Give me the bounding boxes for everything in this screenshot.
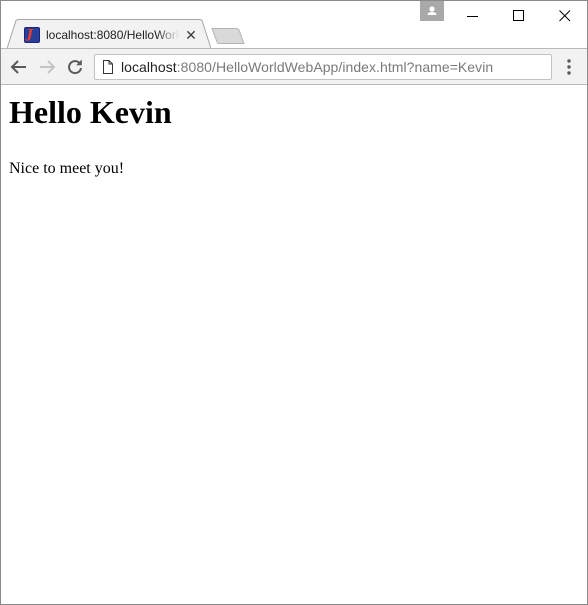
url-host: localhost bbox=[121, 59, 177, 75]
url-path: :8080/HelloWorldWebApp/index.html?name=K… bbox=[176, 59, 494, 75]
back-button[interactable] bbox=[9, 57, 29, 77]
page-content: Hello Kevin Nice to meet you! bbox=[1, 86, 587, 604]
close-icon bbox=[559, 10, 571, 22]
new-tab-button[interactable] bbox=[209, 27, 247, 45]
tab-close-icon[interactable]: ✕ bbox=[183, 27, 199, 43]
reload-icon bbox=[68, 59, 82, 75]
minimize-icon bbox=[467, 16, 478, 17]
browser-menu-button[interactable] bbox=[562, 57, 576, 77]
close-window-button[interactable] bbox=[542, 1, 587, 31]
arrow-left-icon bbox=[10, 60, 26, 74]
three-dots-vertical-icon bbox=[567, 59, 571, 75]
person-icon bbox=[427, 6, 437, 15]
minimize-button[interactable] bbox=[450, 1, 496, 31]
maximize-icon bbox=[513, 10, 524, 21]
tab-strip: J localhost:8080/HelloWorldWebApp/index.… bbox=[1, 1, 587, 49]
maximize-button[interactable] bbox=[496, 1, 542, 31]
address-bar[interactable]: localhost:8080/HelloWorldWebApp/index.ht… bbox=[94, 54, 552, 80]
browser-toolbar: localhost:8080/HelloWorldWebApp/index.ht… bbox=[1, 48, 587, 85]
page-heading: Hello Kevin bbox=[9, 94, 172, 130]
browser-window: J localhost:8080/HelloWorldWebApp/index.… bbox=[0, 0, 588, 605]
new-tab-icon bbox=[211, 28, 245, 44]
site-favicon-icon: J bbox=[24, 27, 40, 43]
page-info-icon[interactable] bbox=[103, 60, 113, 74]
arrow-right-icon bbox=[40, 60, 56, 74]
active-tab[interactable]: J localhost:8080/HelloWorldWebApp/index.… bbox=[7, 19, 211, 49]
page-message: Nice to meet you! bbox=[9, 160, 125, 177]
tab-title: localhost:8080/HelloWorldWebApp/index.ht… bbox=[46, 28, 180, 42]
url-text[interactable]: localhost:8080/HelloWorldWebApp/index.ht… bbox=[121, 59, 493, 76]
reload-button[interactable] bbox=[65, 57, 85, 77]
favicon-glyph: J bbox=[27, 27, 33, 41]
profile-button[interactable] bbox=[420, 1, 444, 21]
forward-button[interactable] bbox=[37, 57, 57, 77]
